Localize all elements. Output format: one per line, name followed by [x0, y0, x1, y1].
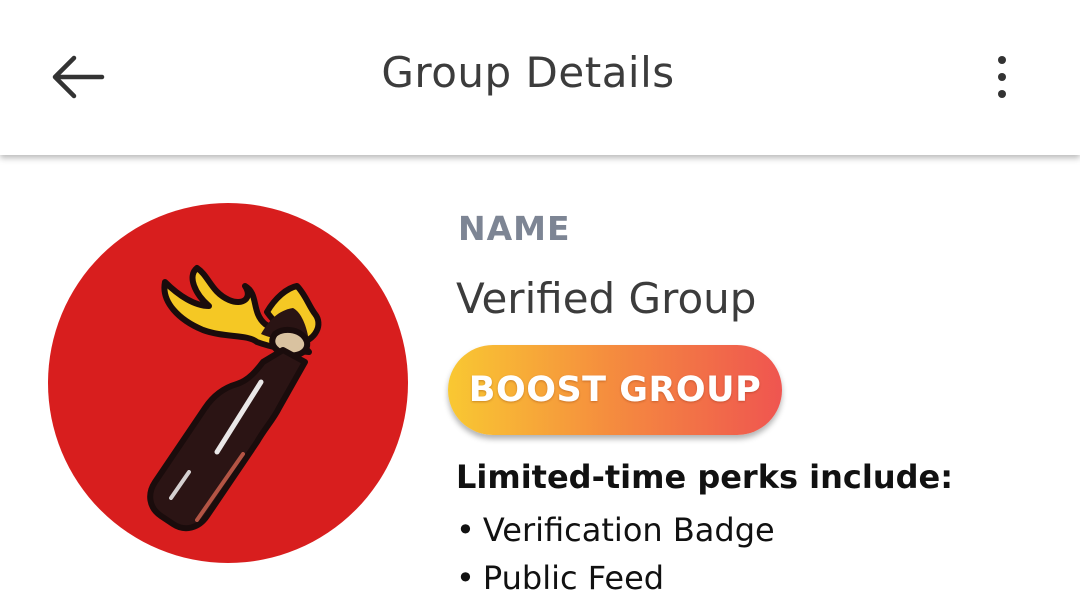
- app-bar: Group Details: [0, 0, 1080, 155]
- page-title: Group Details: [381, 48, 675, 97]
- perk-text: Public Feed: [482, 559, 665, 597]
- bullet: •: [456, 511, 475, 549]
- group-name: Verified Group: [456, 274, 757, 323]
- perks-list: • Verification Badge • Public Feed: [456, 506, 775, 602]
- perk-text: Verification Badge: [482, 511, 775, 549]
- more-options-button[interactable]: [970, 44, 1034, 110]
- list-item: • Public Feed: [456, 554, 775, 602]
- name-label: NAME: [458, 209, 571, 248]
- list-item: • Verification Badge: [456, 506, 775, 554]
- group-avatar: [47, 202, 409, 564]
- bullet: •: [456, 559, 475, 597]
- perks-title: Limited-time perks include:: [456, 458, 954, 496]
- molotov-bottle-icon: [48, 203, 408, 563]
- boost-group-button[interactable]: BOOST GROUP: [448, 345, 782, 435]
- more-vertical-icon: [998, 56, 1006, 98]
